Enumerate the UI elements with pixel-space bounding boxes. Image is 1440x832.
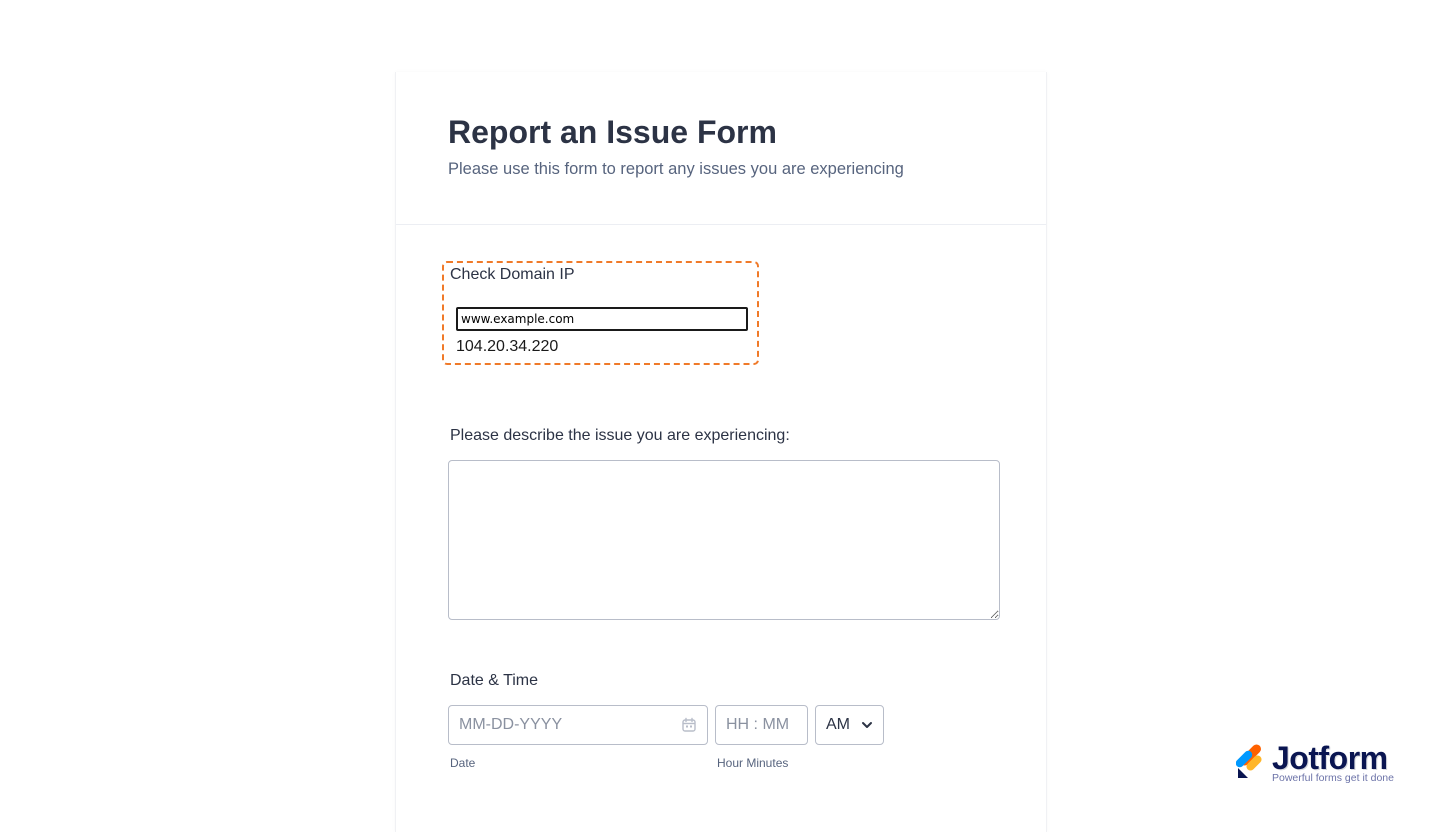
jotform-branding[interactable]: Jotform Powerful forms get it done bbox=[1236, 740, 1406, 788]
page-title: Report an Issue Form bbox=[448, 114, 777, 150]
date-input[interactable] bbox=[449, 706, 669, 744]
form-card: Report an Issue Form Please use this for… bbox=[395, 72, 1047, 832]
issue-description-textarea[interactable] bbox=[448, 460, 1000, 620]
page-subtitle: Please use this form to report any issue… bbox=[448, 160, 904, 178]
domain-input[interactable] bbox=[456, 307, 748, 331]
check-domain-ip-widget: Check Domain IP 104.20.34.220 bbox=[442, 261, 759, 365]
date-time-label: Date & Time bbox=[450, 672, 539, 689]
check-domain-ip-label: Check Domain IP bbox=[450, 266, 575, 283]
date-field bbox=[448, 705, 708, 745]
ampm-selected-value: AM bbox=[826, 716, 850, 733]
jotform-logo-icon bbox=[1236, 744, 1262, 778]
domain-ip-result: 104.20.34.220 bbox=[456, 338, 559, 355]
time-input[interactable] bbox=[716, 706, 807, 744]
date-sublabel: Date bbox=[450, 756, 476, 770]
time-sublabel: Hour Minutes bbox=[717, 756, 789, 770]
form-header: Report an Issue Form Please use this for… bbox=[396, 72, 1046, 225]
calendar-icon[interactable] bbox=[681, 717, 697, 733]
time-field bbox=[715, 705, 808, 745]
issue-description-label: Please describe the issue you are experi… bbox=[450, 427, 790, 444]
ampm-select[interactable]: AM bbox=[815, 705, 884, 745]
chevron-down-icon bbox=[862, 722, 872, 728]
brand-tagline: Powerful forms get it done bbox=[1272, 772, 1394, 784]
